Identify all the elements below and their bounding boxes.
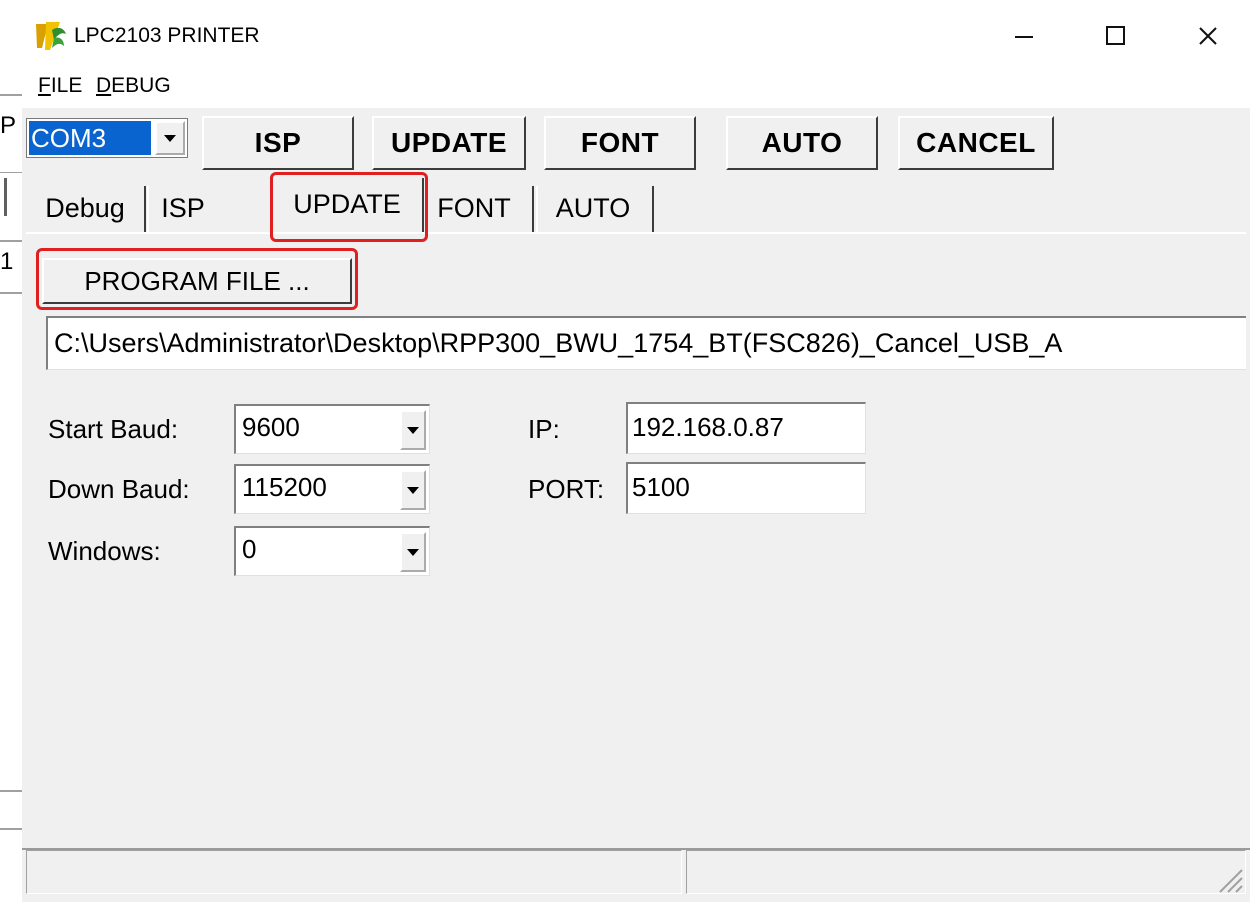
chevron-down-icon[interactable]	[400, 470, 426, 510]
menu-bar	[22, 64, 1250, 108]
tab-divider	[144, 186, 146, 232]
com-port-select[interactable]: COM3	[26, 118, 188, 158]
tab-strip-border	[26, 232, 1246, 234]
tab-auto[interactable]: AUTO	[540, 184, 646, 232]
resize-grip-icon[interactable]	[1214, 864, 1244, 894]
menu-file[interactable]: FILE	[38, 74, 82, 98]
status-pane-left	[26, 850, 682, 894]
chevron-down-icon[interactable]	[155, 121, 185, 155]
menu-label: ILE	[50, 74, 83, 97]
windows-label: Windows:	[48, 536, 161, 566]
maximize-icon[interactable]	[1086, 14, 1146, 58]
chevron-down-icon[interactable]	[400, 410, 426, 450]
isp-button[interactable]: ISP	[202, 116, 354, 170]
tab-debug[interactable]: Debug	[28, 184, 142, 232]
update-button[interactable]: UPDATE	[372, 116, 526, 170]
windows-value: 0	[242, 534, 257, 564]
com-port-value: COM3	[29, 121, 151, 155]
ip-field[interactable]: 192.168.0.87	[626, 402, 866, 454]
close-icon[interactable]	[1178, 14, 1238, 58]
down-baud-select[interactable]: 115200	[234, 464, 430, 514]
auto-button[interactable]: AUTO	[726, 116, 878, 170]
start-baud-select[interactable]: 9600	[234, 404, 430, 454]
menu-debug[interactable]: DEBUG	[96, 74, 171, 98]
tab-divider	[652, 186, 654, 232]
background-text: P	[0, 112, 17, 139]
menu-accelerator: F	[38, 74, 51, 97]
background-divider	[0, 240, 22, 242]
program-file-button[interactable]: PROGRAM FILE ...	[42, 258, 352, 304]
port-label: PORT:	[528, 474, 605, 504]
down-baud-value: 115200	[242, 472, 327, 502]
start-baud-value: 9600	[242, 412, 300, 442]
cancel-button[interactable]: CANCEL	[898, 116, 1054, 170]
port-field[interactable]: 5100	[626, 462, 866, 514]
windows-select[interactable]: 0	[234, 526, 430, 576]
background-divider	[0, 828, 22, 830]
background-divider	[0, 172, 22, 173]
annotation-highlight-tab	[270, 172, 428, 242]
menu-label: EBUG	[111, 74, 171, 97]
status-pane-right	[686, 850, 1246, 894]
tab-divider	[536, 186, 538, 232]
menu-accelerator: D	[96, 74, 112, 97]
background-divider	[4, 178, 7, 216]
tab-divider	[532, 186, 534, 232]
tab-isp[interactable]: ISP	[150, 184, 216, 232]
background-text: 1	[0, 248, 14, 275]
tab-divider	[147, 186, 149, 232]
down-baud-label: Down Baud:	[48, 474, 190, 504]
file-path-field[interactable]: C:\Users\Administrator\Desktop\RPP300_BW…	[46, 316, 1246, 370]
app-window: LPC2103 PRINTER FILE DEBUG COM3 ISP UPDA…	[22, 0, 1250, 902]
minimize-icon[interactable]	[994, 14, 1054, 58]
background-divider	[0, 94, 22, 96]
chevron-down-icon[interactable]	[400, 532, 426, 572]
ip-label: IP:	[528, 414, 560, 444]
tab-font[interactable]: FONT	[428, 184, 520, 232]
background-divider	[0, 292, 22, 294]
background-divider	[0, 790, 22, 792]
window-title: LPC2103 PRINTER	[74, 24, 260, 47]
app-logo-icon	[36, 22, 66, 50]
start-baud-label: Start Baud:	[48, 414, 179, 444]
font-button[interactable]: FONT	[544, 116, 696, 170]
